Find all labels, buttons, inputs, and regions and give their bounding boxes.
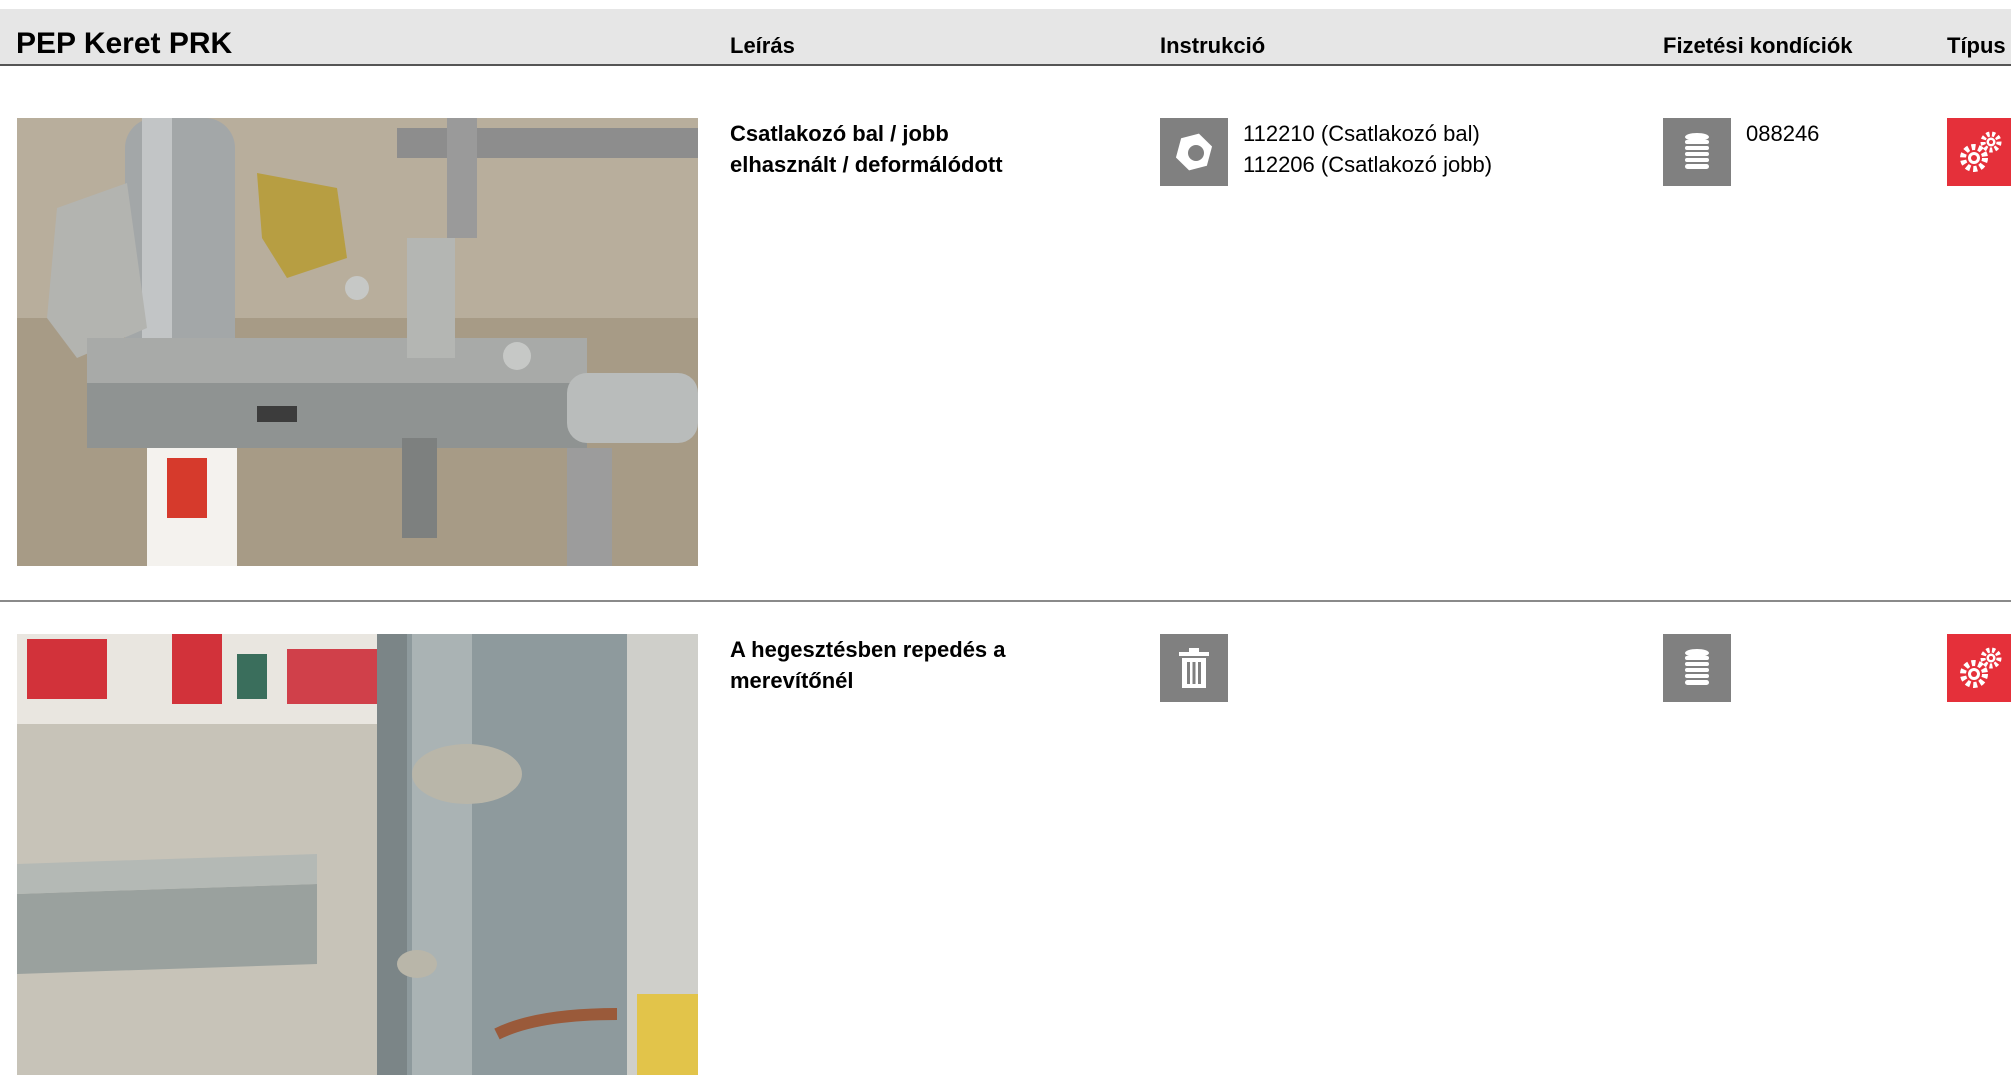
column-header-description: Leírás	[730, 33, 795, 58]
gears-icon	[1947, 634, 2011, 702]
coin-stack-icon	[1663, 634, 1731, 702]
column-header-type: Típus	[1947, 33, 2006, 58]
instruction-codes: 112210 (Csatlakozó bal) 112206 (Csatlako…	[1243, 118, 1492, 180]
nut-icon	[1160, 118, 1228, 186]
table-row: Csatlakozó bal / jobb elhasznált / defor…	[0, 118, 2011, 566]
table-row: A hegesztésben repedés a merevítőnél	[0, 634, 2011, 1075]
description-line: Csatlakozó bal / jobb	[730, 121, 949, 146]
description-line: elhasznált / deformálódott	[730, 152, 1003, 177]
part-code: 112210 (Csatlakozó bal)	[1243, 121, 1480, 146]
column-header-payment: Fizetési kondíciók	[1663, 33, 1853, 58]
part-code: 112206 (Csatlakozó jobb)	[1243, 152, 1493, 177]
row-description: Csatlakozó bal / jobb elhasznált / defor…	[730, 118, 1060, 180]
coin-stack-icon	[1663, 118, 1731, 186]
row-description: A hegesztésben repedés a merevítőnél	[730, 634, 1060, 696]
payment-code: 088246	[1746, 121, 1820, 146]
connector-photo	[17, 118, 698, 566]
description-line: A hegesztésben repedés a	[730, 637, 1006, 662]
table-header: PEP Keret PRK Leírás Instrukció Fizetési…	[0, 9, 2011, 66]
weld-crack-photo	[17, 634, 698, 1075]
column-header-instruction: Instrukció	[1160, 33, 1266, 58]
gears-icon	[1947, 118, 2011, 186]
trash-icon	[1160, 634, 1228, 702]
page-title: PEP Keret PRK	[16, 27, 233, 60]
row-divider	[0, 600, 2011, 602]
description-line: merevítőnél	[730, 668, 854, 693]
